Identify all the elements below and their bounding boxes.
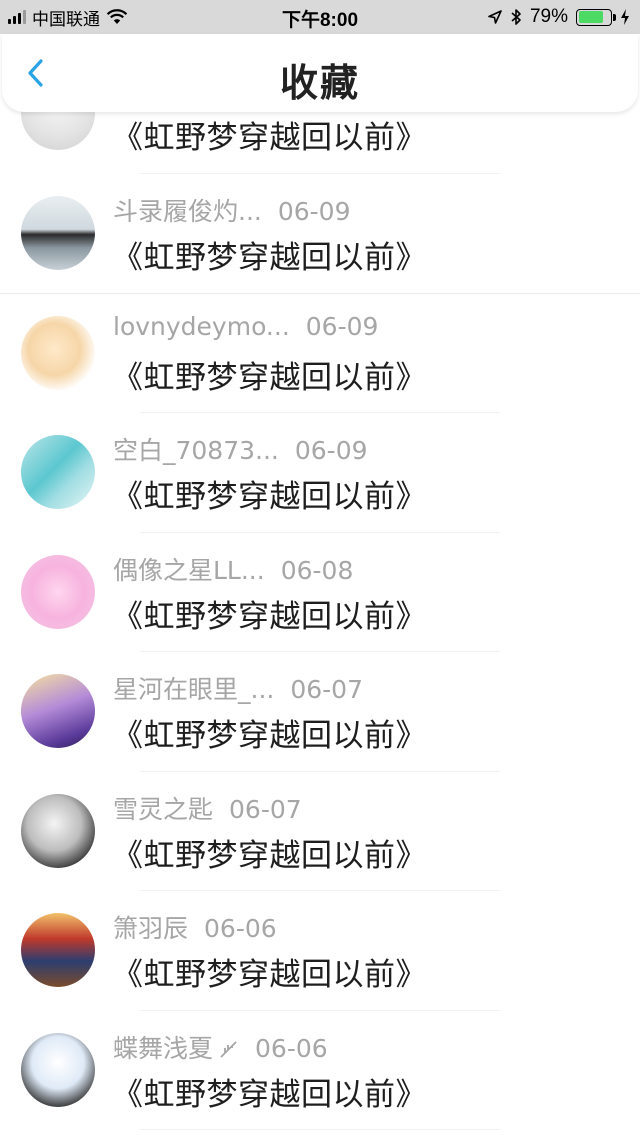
item-title[interactable]: 《虹野梦穿越回以前》 [112, 112, 427, 157]
username: 斗录履俊灼... [113, 197, 262, 226]
list-item[interactable]: 箫羽辰 06-06 《虹野梦穿越回以前》 [0, 891, 640, 1011]
avatar[interactable] [21, 674, 95, 748]
item-meta: 箫羽辰 06-06 [113, 909, 277, 945]
battery-fill [578, 11, 603, 23]
username: lovnydeymo... [113, 311, 290, 341]
item-meta: 空白_70873... 06-09 [113, 431, 368, 467]
item-meta: 星河在眼里_... 06-07 [113, 670, 363, 706]
list-item[interactable]: 星河在眼里_... 06-07 《虹野梦穿越回以前》 [0, 652, 640, 772]
item-title[interactable]: 《虹野梦穿越回以前》 [112, 710, 427, 755]
list-item[interactable]: 雪灵之匙 06-07 《虹野梦穿越回以前》 [0, 772, 640, 891]
username: 星河在眼里_... [113, 675, 275, 704]
item-date: 06-07 [290, 675, 363, 704]
item-date: 06-06 [255, 1033, 328, 1063]
avatar[interactable] [21, 793, 95, 868]
item-meta: 斗录履俊灼... 06-09 [113, 192, 351, 228]
item-date: 06-09 [305, 311, 379, 341]
battery-icon [576, 8, 616, 26]
avatar[interactable] [21, 913, 95, 987]
list-item[interactable]: 蝶舞浅夏 06-06 《虹野梦穿越回以前》 [0, 1011, 640, 1130]
item-title[interactable]: 《虹野梦穿越回以前》 [112, 591, 427, 636]
favorites-list: 《虹野梦穿越回以前》 斗录履俊灼... 06-09 《虹野梦穿越回以前》 lovnyde… [0, 76, 640, 1130]
divider [140, 1129, 500, 1130]
nav-bar: 收藏 [2, 34, 638, 112]
item-meta: lovnydeymo... 06-09 [113, 312, 378, 341]
feather-icon [220, 1040, 237, 1058]
item-title[interactable]: 《虹野梦穿越回以前》 [112, 232, 427, 277]
item-date: 06-07 [229, 794, 302, 824]
item-date: 06-06 [204, 914, 277, 943]
status-right: 79% [488, 5, 630, 29]
item-title[interactable]: 《虹野梦穿越回以前》 [112, 1069, 427, 1114]
item-meta: 雪灵之匙 06-07 [113, 790, 302, 826]
avatar[interactable] [21, 315, 95, 390]
item-date: 06-09 [277, 197, 351, 226]
page-title: 收藏 [279, 61, 360, 105]
avatar[interactable] [21, 435, 95, 509]
item-meta: 偶像之星LL... 06-08 [113, 551, 353, 587]
item-title[interactable]: 《虹野梦穿越回以前》 [112, 471, 427, 516]
list-item[interactable]: lovnydeymo... 06-09 《虹野梦穿越回以前》 [0, 294, 640, 413]
item-title[interactable]: 《虹野梦穿越回以前》 [112, 830, 427, 875]
item-title[interactable]: 《虹野梦穿越回以前》 [112, 352, 427, 397]
list-item[interactable]: 斗录履俊灼... 06-09 《虹野梦穿越回以前》 [0, 174, 640, 294]
username: 空白_70873... [113, 436, 279, 465]
item-date: 06-08 [280, 555, 354, 585]
item-meta: 蝶舞浅夏 06-06 [113, 1029, 328, 1065]
list-item[interactable]: 空白_70873... 06-09 《虹野梦穿越回以前》 [0, 413, 640, 533]
username: 雪灵之匙 [113, 794, 214, 824]
item-title[interactable]: 《虹野梦穿越回以前》 [112, 949, 427, 994]
username: 蝶舞浅夏 [113, 1033, 214, 1063]
battery-percent: 79% [529, 6, 568, 27]
status-bar: 中国联通 下午8:00 79% [0, 0, 640, 34]
username: 箫羽辰 [113, 914, 189, 943]
avatar[interactable] [21, 196, 95, 270]
location-icon [488, 10, 502, 24]
charging-icon [621, 9, 629, 25]
avatar[interactable] [21, 554, 95, 629]
list-item[interactable]: 偶像之星LL... 06-08 《虹野梦穿越回以前》 [0, 533, 640, 652]
bluetooth-icon [511, 9, 521, 25]
item-date: 06-09 [294, 436, 368, 465]
avatar[interactable] [21, 1032, 95, 1107]
username: 偶像之星LL... [113, 555, 265, 585]
